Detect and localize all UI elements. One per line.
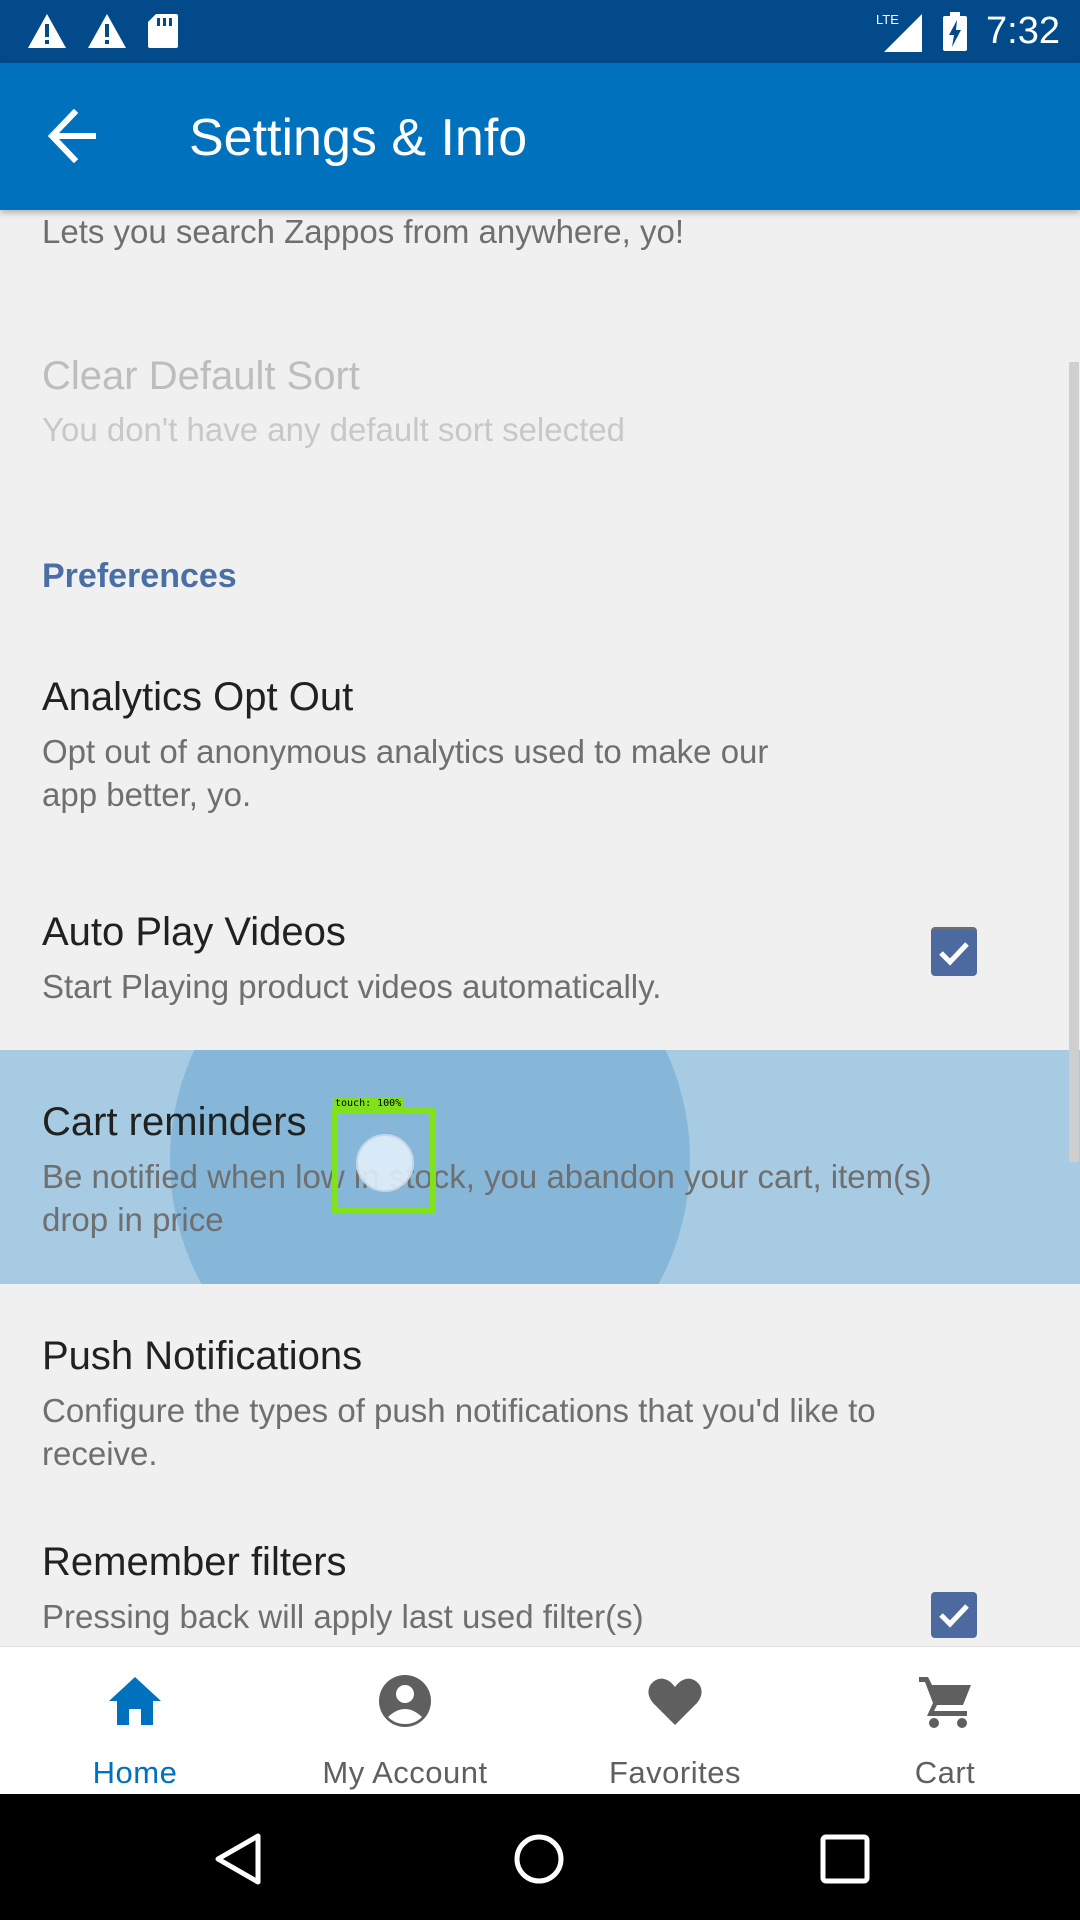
clear-sort-subtitle: You don't have any default sort selected — [42, 411, 625, 448]
scrollbar[interactable] — [1069, 362, 1079, 1162]
nav-favorites-label: Favorites — [609, 1755, 741, 1790]
nav-favorites[interactable]: Favorites — [540, 1647, 810, 1795]
app-bar: Settings & Info — [0, 63, 1080, 210]
autoplay-checkbox[interactable] — [931, 930, 977, 976]
nav-home-label: Home — [92, 1755, 178, 1790]
analytics-opt-out-item[interactable]: Analytics Opt Out Opt out of anonymous a… — [0, 650, 1060, 973]
autoplay-subtitle: Start Playing product videos automatical… — [42, 968, 662, 1005]
back-arrow-icon[interactable] — [44, 109, 104, 163]
sd-card-icon — [148, 14, 178, 48]
analytics-subtitle-line2: app better, yo. — [42, 776, 252, 813]
push-subtitle-line2: receive. — [42, 1435, 158, 1472]
checkmark-icon — [939, 1604, 969, 1628]
touch-label: touch: 100% — [333, 1098, 404, 1110]
remember-filters-title: Remember filters — [42, 1540, 347, 1584]
system-back-icon[interactable] — [210, 1832, 264, 1886]
status-left-icons — [26, 12, 180, 50]
search-widget-subtitle: Lets you search Zappos from anywhere, yo… — [42, 213, 684, 250]
cart-reminders-subtitle-line1: Be notified when low in stock, you aband… — [42, 1158, 932, 1195]
system-home-icon[interactable] — [512, 1832, 566, 1886]
status-bar: LTE 7:32 — [0, 0, 1080, 63]
remember-filters-subtitle: Pressing back will apply last used filte… — [42, 1598, 644, 1635]
status-time: 7:32 — [986, 10, 1060, 52]
clear-sort-title: Clear Default Sort — [42, 354, 360, 398]
system-navigation-bar — [0, 1794, 1080, 1920]
nav-my-account[interactable]: My Account — [270, 1647, 540, 1795]
home-icon — [109, 1677, 161, 1725]
battery-charging-icon — [943, 11, 968, 51]
status-right: LTE 7:32 — [876, 0, 1060, 63]
lte-signal-icon: LTE — [876, 12, 923, 52]
cart-icon — [919, 1677, 971, 1728]
bottom-navigation: Home My Account Favorites Cart — [0, 1646, 1080, 1794]
analytics-subtitle-line1: Opt out of anonymous analytics used to m… — [42, 733, 769, 770]
auto-play-videos-item[interactable]: Auto Play Videos Start Playing product v… — [0, 890, 1060, 1040]
nav-account-label: My Account — [322, 1755, 488, 1790]
page-title: Settings & Info — [189, 109, 528, 167]
autoplay-title: Auto Play Videos — [42, 910, 346, 954]
remember-filters-item[interactable]: Remember filters Pressing back will appl… — [0, 1520, 1060, 1646]
nav-cart[interactable]: Cart — [810, 1647, 1080, 1795]
settings-list[interactable]: Lets you search Zappos from anywhere, yo… — [0, 210, 1080, 1646]
nav-home[interactable]: Home — [0, 1647, 270, 1795]
push-title: Push Notifications — [42, 1334, 363, 1378]
touch-bounding-box — [332, 1108, 436, 1214]
cart-reminders-subtitle-line2: drop in price — [42, 1201, 224, 1238]
warning-icon — [28, 14, 66, 48]
analytics-title: Analytics Opt Out — [42, 675, 354, 719]
network-label: LTE — [876, 12, 899, 27]
cart-reminders-item[interactable]: Cart reminders Be notified when low in s… — [0, 1050, 1080, 1284]
cart-reminders-title: Cart reminders — [42, 1100, 307, 1144]
remember-filters-checkbox[interactable] — [931, 1592, 977, 1638]
push-notifications-item[interactable]: Push Notifications Configure the types o… — [0, 1284, 1060, 1484]
checkmark-icon — [939, 942, 969, 966]
section-header-preferences: Preferences — [42, 557, 237, 595]
account-circle-icon — [379, 1675, 431, 1727]
push-subtitle-line1: Configure the types of push notification… — [42, 1392, 876, 1429]
system-recents-icon[interactable] — [818, 1832, 872, 1886]
warning-icon — [88, 14, 126, 48]
nav-cart-label: Cart — [914, 1755, 976, 1790]
clear-default-sort-item[interactable]: Clear Default Sort You don't have any de… — [0, 320, 1060, 450]
heart-icon — [648, 1678, 702, 1725]
